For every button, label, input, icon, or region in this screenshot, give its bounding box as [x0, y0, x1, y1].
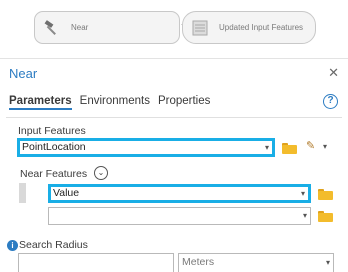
output-node-label: Updated Input Features: [219, 23, 304, 32]
pane-tabs: Parameters Environments Properties: [9, 95, 210, 110]
near-features-dropdown-2[interactable]: ▾: [48, 207, 311, 225]
chevron-down-icon[interactable]: ▾: [323, 142, 327, 151]
close-icon[interactable]: ✕: [328, 65, 339, 81]
collapse-chevron-icon[interactable]: ⌄: [94, 166, 108, 180]
near-features-dropdown-1[interactable]: Value ▾: [48, 184, 311, 203]
feature-layer-icon: [189, 17, 211, 39]
near-features-label: Near Features: [20, 168, 88, 180]
info-icon: i: [7, 240, 18, 251]
linear-unit-dropdown[interactable]: Meters ▾: [178, 253, 334, 272]
help-icon[interactable]: ?: [323, 94, 338, 109]
chevron-down-icon: ▾: [302, 211, 307, 220]
tab-parameters[interactable]: Parameters: [9, 95, 72, 110]
browse-folder-icon[interactable]: [318, 189, 333, 200]
tab-properties[interactable]: Properties: [158, 95, 210, 110]
browse-folder-icon[interactable]: [318, 211, 333, 222]
hammer-icon: [41, 17, 63, 39]
input-features-value: PointLocation: [22, 141, 86, 153]
geoprocessing-pane: Near ✕ Parameters Environments Propertie…: [0, 58, 348, 272]
tab-environments[interactable]: Environments: [80, 95, 150, 110]
tabs-divider: [6, 117, 342, 118]
pencil-icon[interactable]: ✎: [306, 139, 315, 152]
input-features-dropdown[interactable]: PointLocation ▾: [17, 138, 275, 157]
search-radius-label: Search Radius: [19, 239, 88, 251]
output-node-updated-input-features[interactable]: Updated Input Features: [182, 11, 316, 44]
chevron-down-icon: ▾: [264, 142, 269, 152]
search-radius-input[interactable]: [18, 253, 174, 272]
tool-node-near[interactable]: Near: [34, 11, 180, 44]
model-diagram: Near Updated Input Features: [0, 0, 348, 58]
row-grip-handle[interactable]: [19, 183, 26, 203]
chevron-down-icon: ▾: [325, 258, 330, 267]
pane-title: Near: [9, 66, 38, 81]
browse-folder-icon[interactable]: [282, 143, 297, 154]
linear-unit-value: Meters: [182, 256, 215, 268]
near-features-value: Value: [53, 187, 80, 199]
tool-node-label: Near: [71, 23, 89, 32]
chevron-down-icon: ▾: [300, 188, 305, 198]
input-features-label: Input Features: [18, 125, 86, 137]
